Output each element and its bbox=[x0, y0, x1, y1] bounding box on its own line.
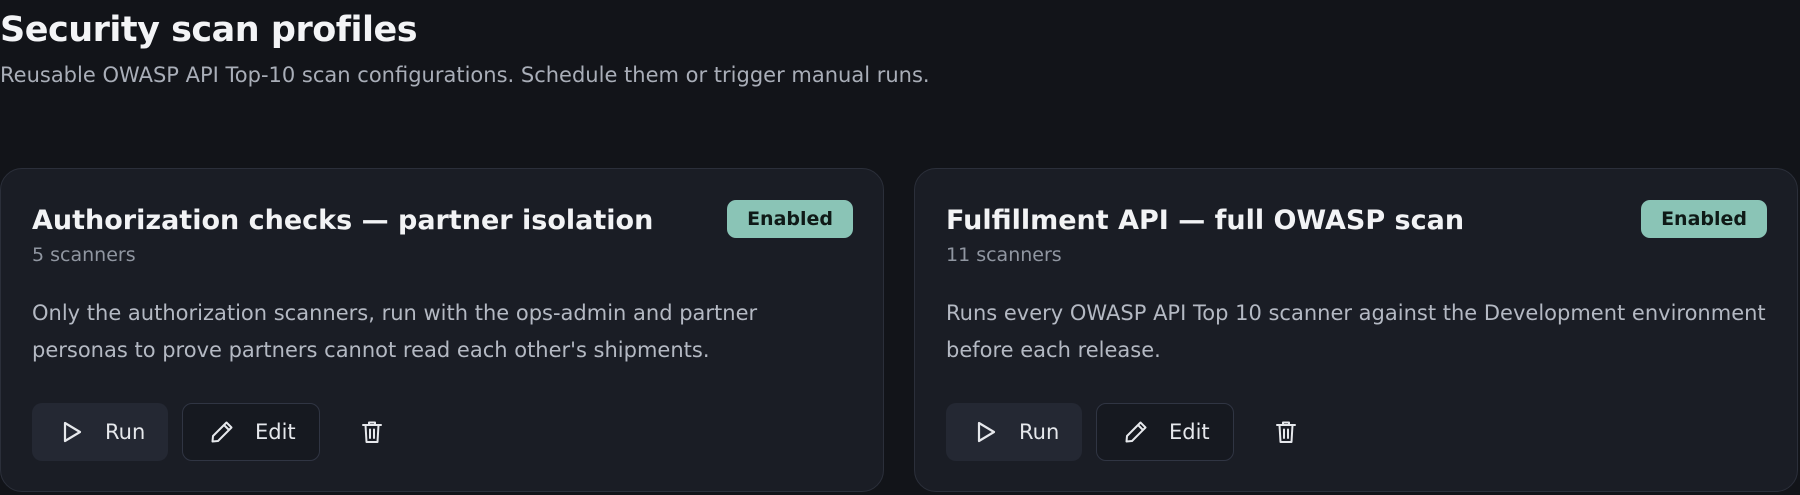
page-title: Security scan profiles bbox=[0, 10, 418, 50]
edit-button[interactable]: Edit bbox=[1096, 403, 1234, 461]
status-badge: Enabled bbox=[1641, 200, 1767, 238]
edit-button-label: Edit bbox=[1169, 420, 1210, 444]
delete-button[interactable] bbox=[1258, 403, 1314, 461]
play-icon bbox=[57, 417, 87, 447]
profile-scanner-count: 11 scanners bbox=[946, 244, 1062, 266]
edit-button[interactable]: Edit bbox=[182, 403, 320, 461]
profile-actions: Run Edit bbox=[946, 403, 1314, 461]
page-subtitle: Reusable OWASP API Top-10 scan configura… bbox=[0, 63, 930, 87]
profile-card: Fulfillment API — full OWASP scan 11 sca… bbox=[914, 168, 1798, 492]
run-button-label: Run bbox=[1019, 420, 1060, 444]
page: Security scan profiles Reusable OWASP AP… bbox=[0, 0, 1800, 495]
pencil-icon bbox=[207, 417, 237, 447]
run-button-label: Run bbox=[105, 420, 146, 444]
profile-description: Runs every OWASP API Top 10 scanner agai… bbox=[946, 301, 1766, 362]
profile-scanner-count: 5 scanners bbox=[32, 244, 136, 266]
status-badge: Enabled bbox=[727, 200, 853, 238]
pencil-icon bbox=[1121, 417, 1151, 447]
play-icon bbox=[971, 417, 1001, 447]
profile-description: Only the authorization scanners, run wit… bbox=[32, 301, 758, 362]
trash-icon bbox=[1271, 417, 1301, 447]
edit-button-label: Edit bbox=[255, 420, 296, 444]
delete-button[interactable] bbox=[344, 403, 400, 461]
profile-actions: Run Edit bbox=[32, 403, 400, 461]
profile-title: Authorization checks — partner isolation bbox=[32, 205, 654, 236]
profile-title: Fulfillment API — full OWASP scan bbox=[946, 205, 1465, 236]
profile-card: Authorization checks — partner isolation… bbox=[0, 168, 884, 492]
trash-icon bbox=[357, 417, 387, 447]
run-button[interactable]: Run bbox=[946, 403, 1082, 461]
run-button[interactable]: Run bbox=[32, 403, 168, 461]
